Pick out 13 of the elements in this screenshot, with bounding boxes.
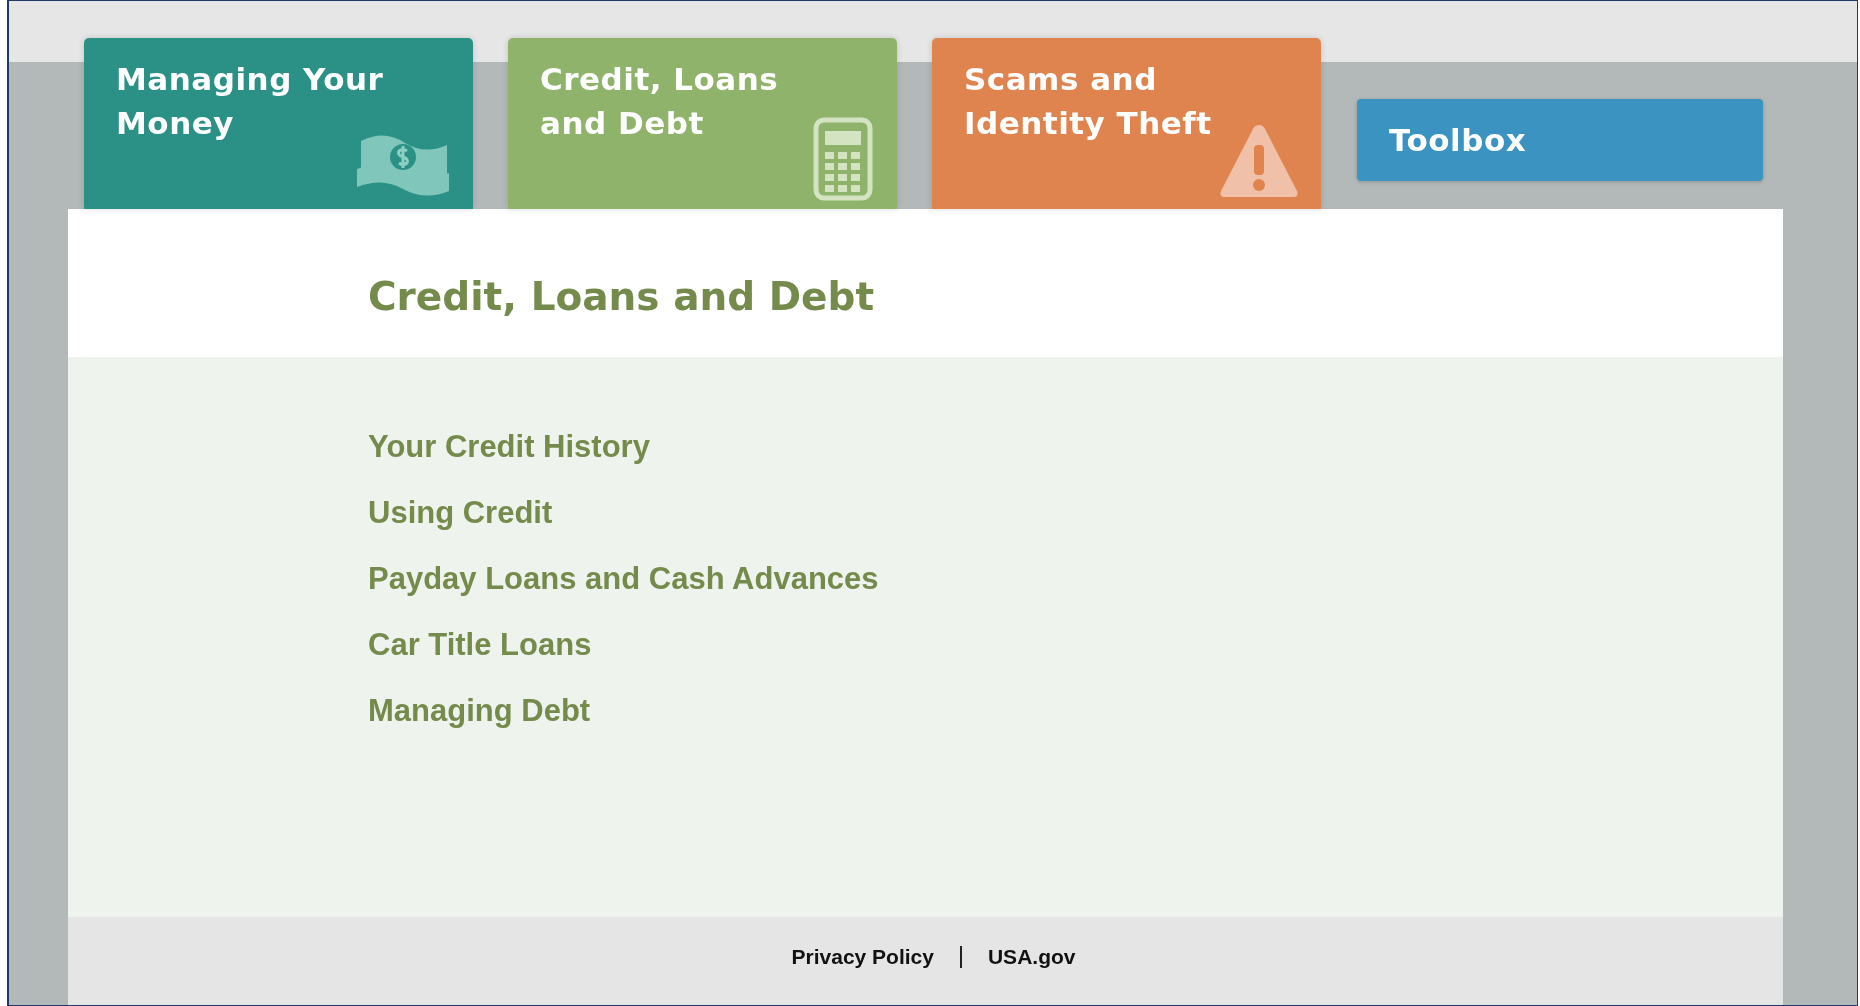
topic-link[interactable]: Your Credit History bbox=[368, 429, 650, 464]
category-tab[interactable]: Scams and Identity Theft bbox=[932, 38, 1321, 209]
topic-link[interactable]: Using Credit bbox=[368, 495, 553, 530]
footer-link[interactable]: USA.gov bbox=[987, 945, 1076, 969]
toolbox-tab[interactable]: Toolbox bbox=[1357, 99, 1763, 181]
calculator-icon bbox=[813, 117, 873, 201]
topic-link[interactable]: Car Title Loans bbox=[368, 627, 592, 662]
category-tab[interactable]: Managing Your Money bbox=[84, 38, 473, 209]
footer-link[interactable]: Privacy Policy bbox=[791, 945, 934, 969]
topic-link[interactable]: Managing Debt bbox=[368, 693, 591, 728]
topic-link[interactable]: Payday Loans and Cash Advances bbox=[368, 561, 879, 596]
page-heading: Credit, Loans and Debt bbox=[368, 272, 875, 319]
category-tab[interactable]: Credit, Loans and Debt bbox=[508, 38, 897, 209]
